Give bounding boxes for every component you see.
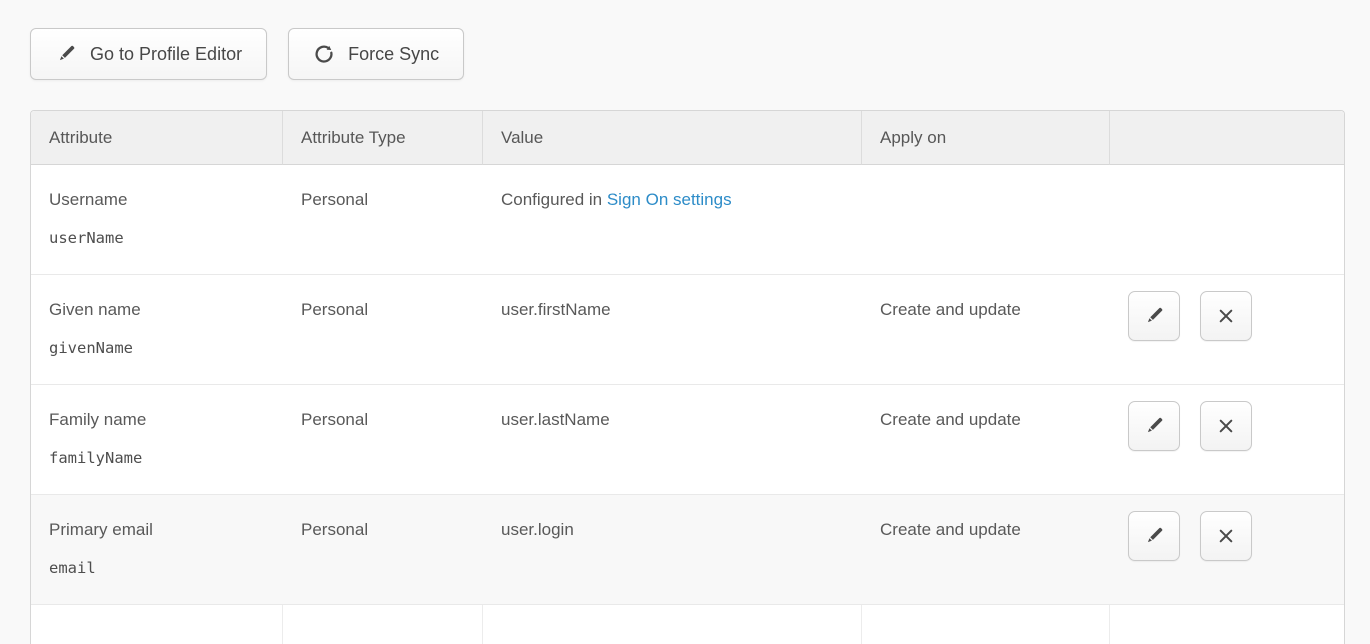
apply-on-cell: Create and update [862, 275, 1110, 385]
go-to-profile-editor-label: Go to Profile Editor [90, 44, 242, 65]
table-partial-row [31, 605, 1344, 644]
value-cell: user.login [483, 495, 862, 605]
attribute-type-cell: Personal [283, 495, 483, 605]
value-cell: Configured in Sign On settings [483, 165, 862, 275]
attribute-variable-name: email [49, 559, 265, 578]
table-header: Attribute Attribute Type Value Apply on [31, 111, 1344, 165]
edit-attribute-button[interactable] [1128, 511, 1180, 561]
attribute-variable-name: givenName [49, 339, 265, 358]
attribute-display-name: Family name [49, 409, 265, 430]
table-body: Username userName Personal Configured in… [31, 165, 1344, 605]
value-cell: user.lastName [483, 385, 862, 495]
col-header-value: Value [483, 111, 862, 165]
attribute-table-container: Attribute Attribute Type Value Apply on … [30, 110, 1345, 644]
actions-cell [1110, 165, 1344, 275]
attribute-display-name: Username [49, 189, 265, 210]
value-cell: user.firstName [483, 275, 862, 385]
attribute-table: Attribute Attribute Type Value Apply on … [30, 110, 1345, 644]
actions-cell [1110, 275, 1344, 385]
attribute-variable-name: userName [49, 229, 265, 248]
delete-attribute-button[interactable] [1200, 401, 1252, 451]
pencil-icon [1143, 525, 1165, 547]
table-row: Username userName Personal Configured in… [31, 165, 1344, 275]
attribute-display-name: Given name [49, 299, 265, 320]
actions-cell [1110, 385, 1344, 495]
col-header-attribute: Attribute [31, 111, 283, 165]
close-icon [1215, 525, 1237, 547]
value-text: user.lastName [501, 410, 610, 429]
pencil-icon [1143, 305, 1165, 327]
attribute-type-cell: Personal [283, 275, 483, 385]
actions-cell [1110, 495, 1344, 605]
table-row [31, 605, 1344, 644]
apply-on-cell [862, 165, 1110, 275]
attribute-variable-name: familyName [49, 449, 265, 468]
attribute-display-name: Primary email [49, 519, 265, 540]
force-sync-button[interactable]: Force Sync [288, 28, 464, 80]
pencil-icon [1143, 415, 1165, 437]
attribute-cell: Username userName [31, 165, 283, 275]
toolbar: Go to Profile Editor Force Sync [30, 28, 1345, 80]
delete-attribute-button[interactable] [1200, 291, 1252, 341]
value-prefix: Configured in [501, 190, 607, 209]
edit-attribute-button[interactable] [1128, 401, 1180, 451]
refresh-icon [313, 43, 335, 65]
attribute-type-cell: Personal [283, 385, 483, 495]
value-text: user.login [501, 520, 574, 539]
go-to-profile-editor-button[interactable]: Go to Profile Editor [30, 28, 267, 80]
sign-on-settings-link[interactable]: Sign On settings [607, 190, 732, 209]
force-sync-label: Force Sync [348, 44, 439, 65]
table-row: Family name familyName Personal user.las… [31, 385, 1344, 495]
col-header-attribute-type: Attribute Type [283, 111, 483, 165]
close-icon [1215, 305, 1237, 327]
apply-on-cell: Create and update [862, 495, 1110, 605]
value-text: user.firstName [501, 300, 611, 319]
attribute-cell: Family name familyName [31, 385, 283, 495]
table-row: Given name givenName Personal user.first… [31, 275, 1344, 385]
attribute-cell: Given name givenName [31, 275, 283, 385]
close-icon [1215, 415, 1237, 437]
edit-attribute-button[interactable] [1128, 291, 1180, 341]
pencil-icon [55, 43, 77, 65]
col-header-apply-on: Apply on [862, 111, 1110, 165]
delete-attribute-button[interactable] [1200, 511, 1252, 561]
attribute-mappings-page: Go to Profile Editor Force Sync Attribut… [0, 0, 1370, 644]
apply-on-cell: Create and update [862, 385, 1110, 495]
attribute-type-cell: Personal [283, 165, 483, 275]
col-header-actions [1110, 111, 1344, 165]
table-row: Primary email email Personal user.login … [31, 495, 1344, 605]
attribute-cell: Primary email email [31, 495, 283, 605]
